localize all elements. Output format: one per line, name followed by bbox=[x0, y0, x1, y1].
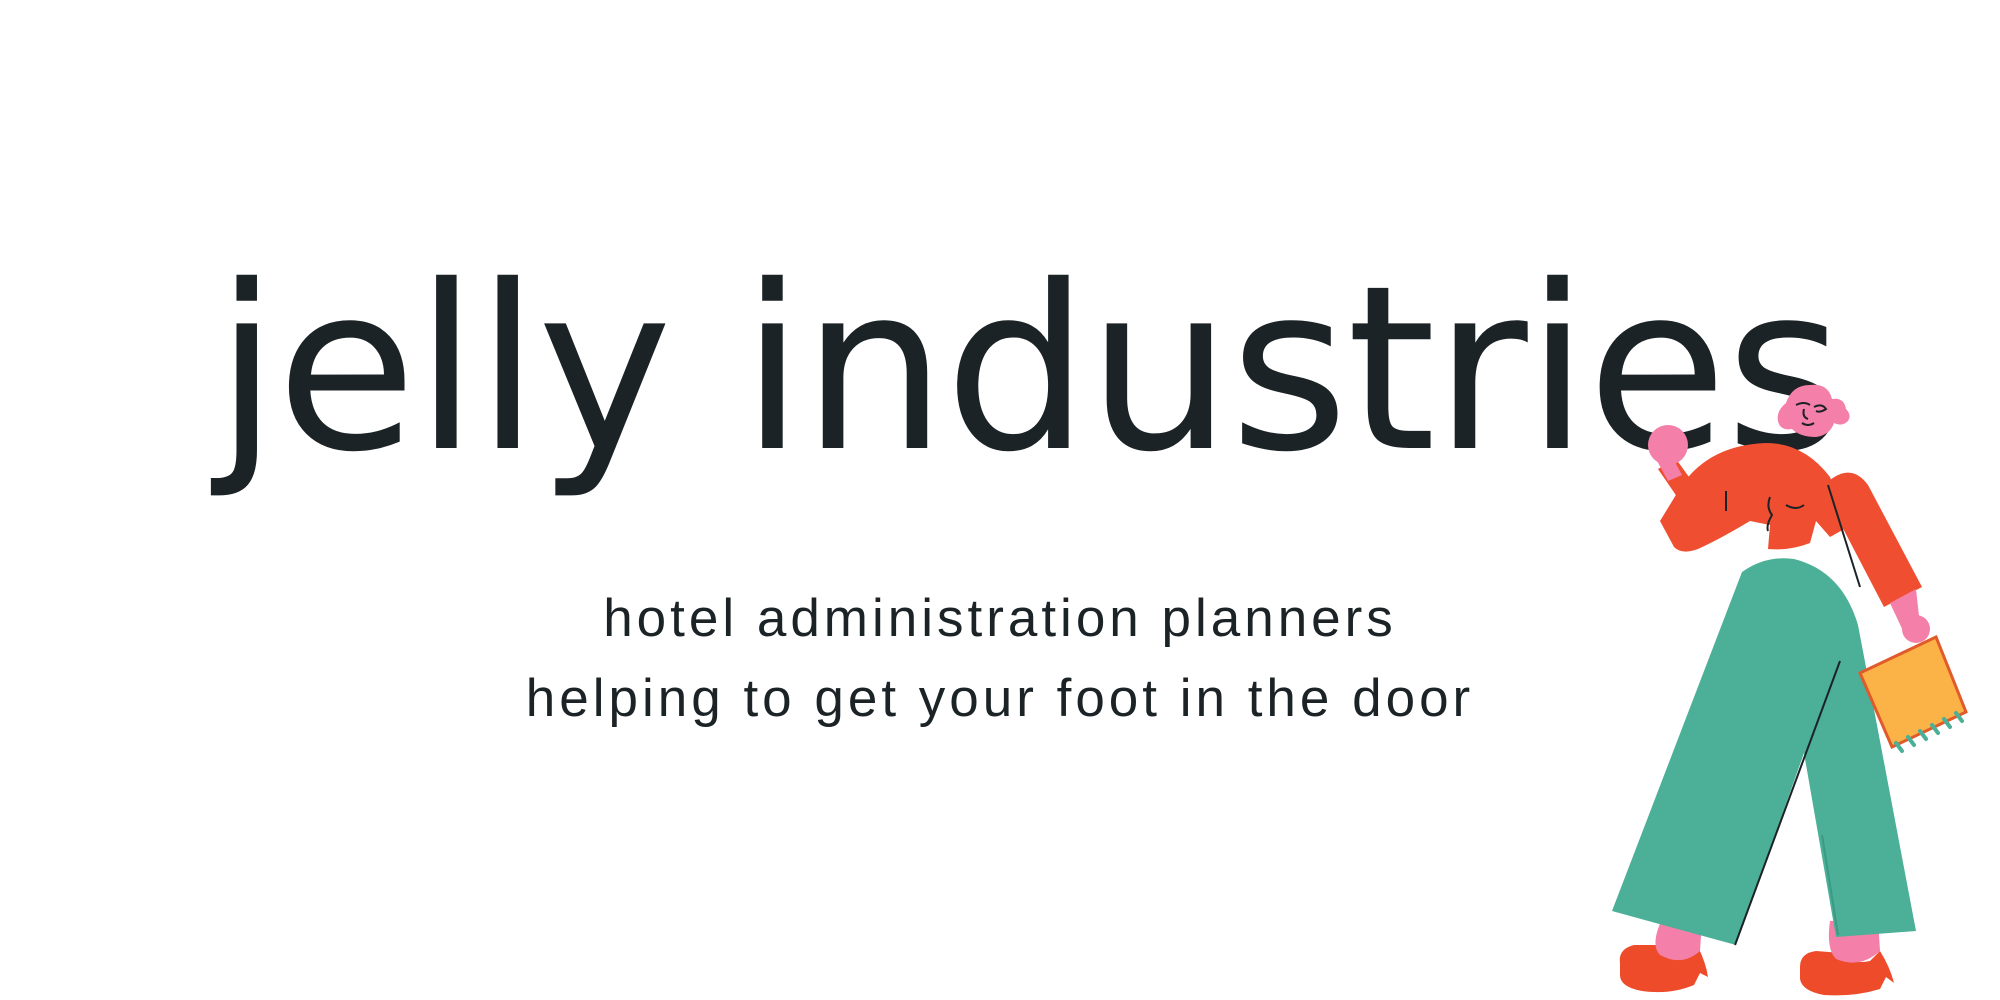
pants-icon bbox=[1612, 558, 1916, 945]
walking-woman-icon bbox=[1590, 375, 1970, 1000]
hero-banner: jelly industries hotel administration pl… bbox=[0, 0, 2000, 1000]
head-icon bbox=[1777, 384, 1850, 437]
